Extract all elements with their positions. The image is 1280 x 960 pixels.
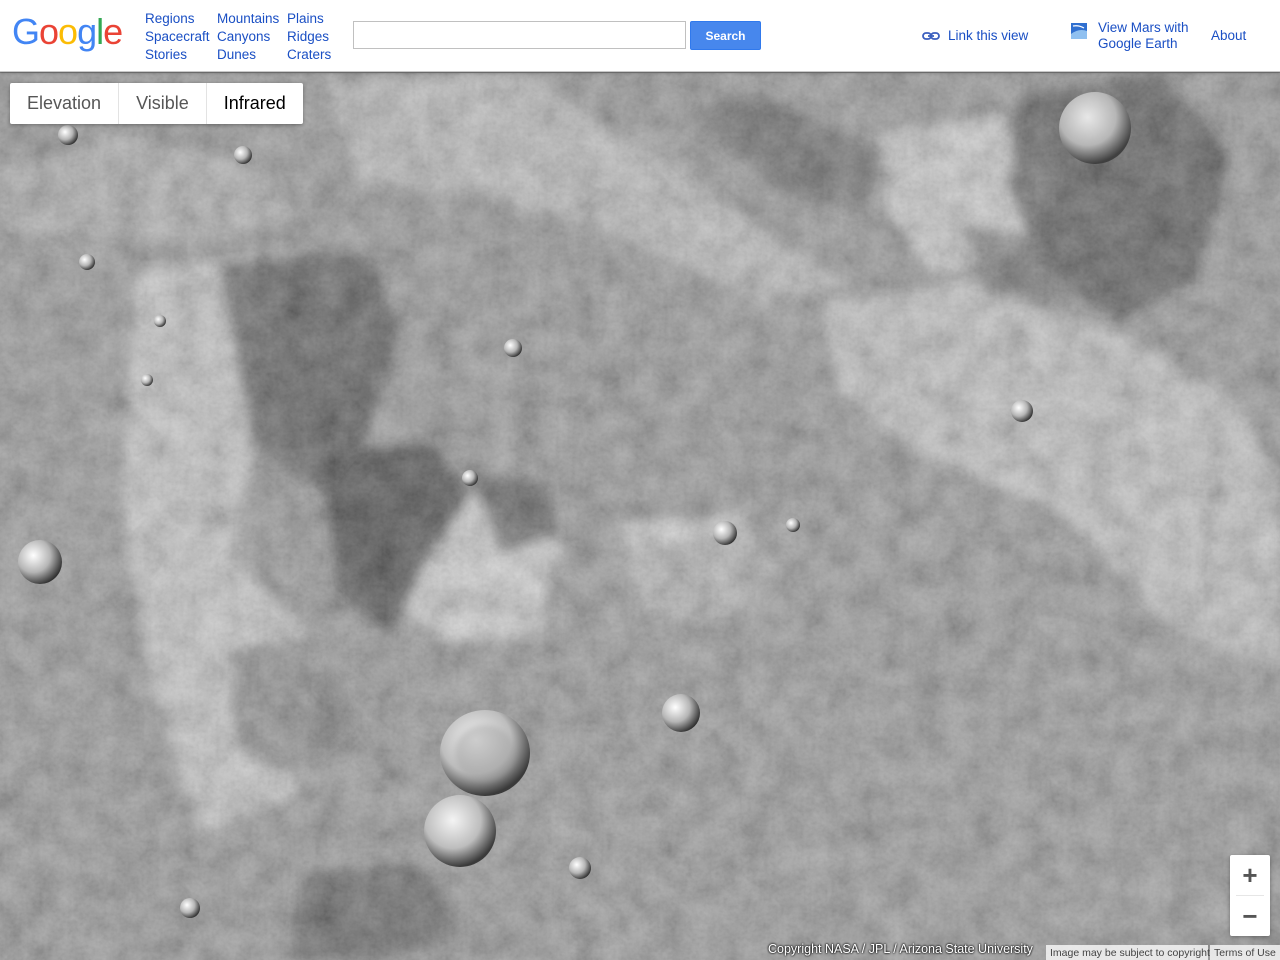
view-in-google-earth[interactable]: View Mars with Google Earth bbox=[1070, 20, 1189, 52]
layer-tab-visible[interactable]: Visible bbox=[119, 83, 207, 124]
nav-column-1: Regions Spacecraft Stories bbox=[145, 10, 210, 64]
google-earth-icon bbox=[1071, 23, 1087, 39]
logo-letter: e bbox=[103, 11, 123, 52]
logo-letter: o bbox=[39, 11, 59, 52]
logo-letter: G bbox=[12, 11, 40, 52]
nav-link-craters[interactable]: Craters bbox=[287, 46, 331, 64]
nav-column-3: Plains Ridges Craters bbox=[287, 10, 331, 64]
earth-link-line-2: Google Earth bbox=[1098, 36, 1178, 51]
layer-tab-elevation[interactable]: Elevation bbox=[10, 83, 120, 124]
about-link[interactable]: About bbox=[1211, 28, 1246, 43]
map-copyright: Copyright NASA / JPL / Arizona State Uni… bbox=[768, 942, 1033, 956]
nav-link-dunes[interactable]: Dunes bbox=[217, 46, 279, 64]
nav-link-regions[interactable]: Regions bbox=[145, 10, 210, 28]
map-layer-toggle: Elevation Visible Infrared bbox=[10, 83, 303, 124]
google-logo[interactable]: Google bbox=[12, 11, 123, 52]
mars-map[interactable] bbox=[0, 73, 1280, 960]
top-header: Google Regions Spacecraft Stories Mounta… bbox=[0, 0, 1280, 72]
zoom-in-button[interactable]: + bbox=[1230, 855, 1270, 895]
link-this-view[interactable]: Link this view bbox=[922, 28, 1028, 43]
layer-tab-infrared[interactable]: Infrared bbox=[207, 83, 303, 124]
search-input[interactable] bbox=[353, 21, 686, 49]
nav-link-stories[interactable]: Stories bbox=[145, 46, 210, 64]
nav-link-spacecraft[interactable]: Spacecraft bbox=[145, 28, 210, 46]
mars-terrain-image bbox=[0, 73, 1280, 960]
zoom-out-button[interactable]: − bbox=[1230, 896, 1270, 936]
link-this-view-label: Link this view bbox=[948, 28, 1029, 43]
image-copyright-notice: Image may be subject to copyright bbox=[1046, 945, 1210, 960]
earth-link-line-1: View Mars with bbox=[1098, 20, 1189, 35]
nav-column-2: Mountains Canyons Dunes bbox=[217, 10, 279, 64]
nav-link-mountains[interactable]: Mountains bbox=[217, 10, 279, 28]
logo-letter: o bbox=[58, 11, 78, 52]
chain-link-icon bbox=[922, 31, 940, 40]
nav-link-canyons[interactable]: Canyons bbox=[217, 28, 279, 46]
search-button[interactable]: Search bbox=[690, 21, 761, 50]
terms-of-use-link[interactable]: Terms of Use bbox=[1210, 945, 1280, 960]
nav-link-plains[interactable]: Plains bbox=[287, 10, 331, 28]
logo-letter: g bbox=[77, 11, 97, 52]
nav-link-ridges[interactable]: Ridges bbox=[287, 28, 331, 46]
zoom-control: + − bbox=[1230, 855, 1270, 936]
